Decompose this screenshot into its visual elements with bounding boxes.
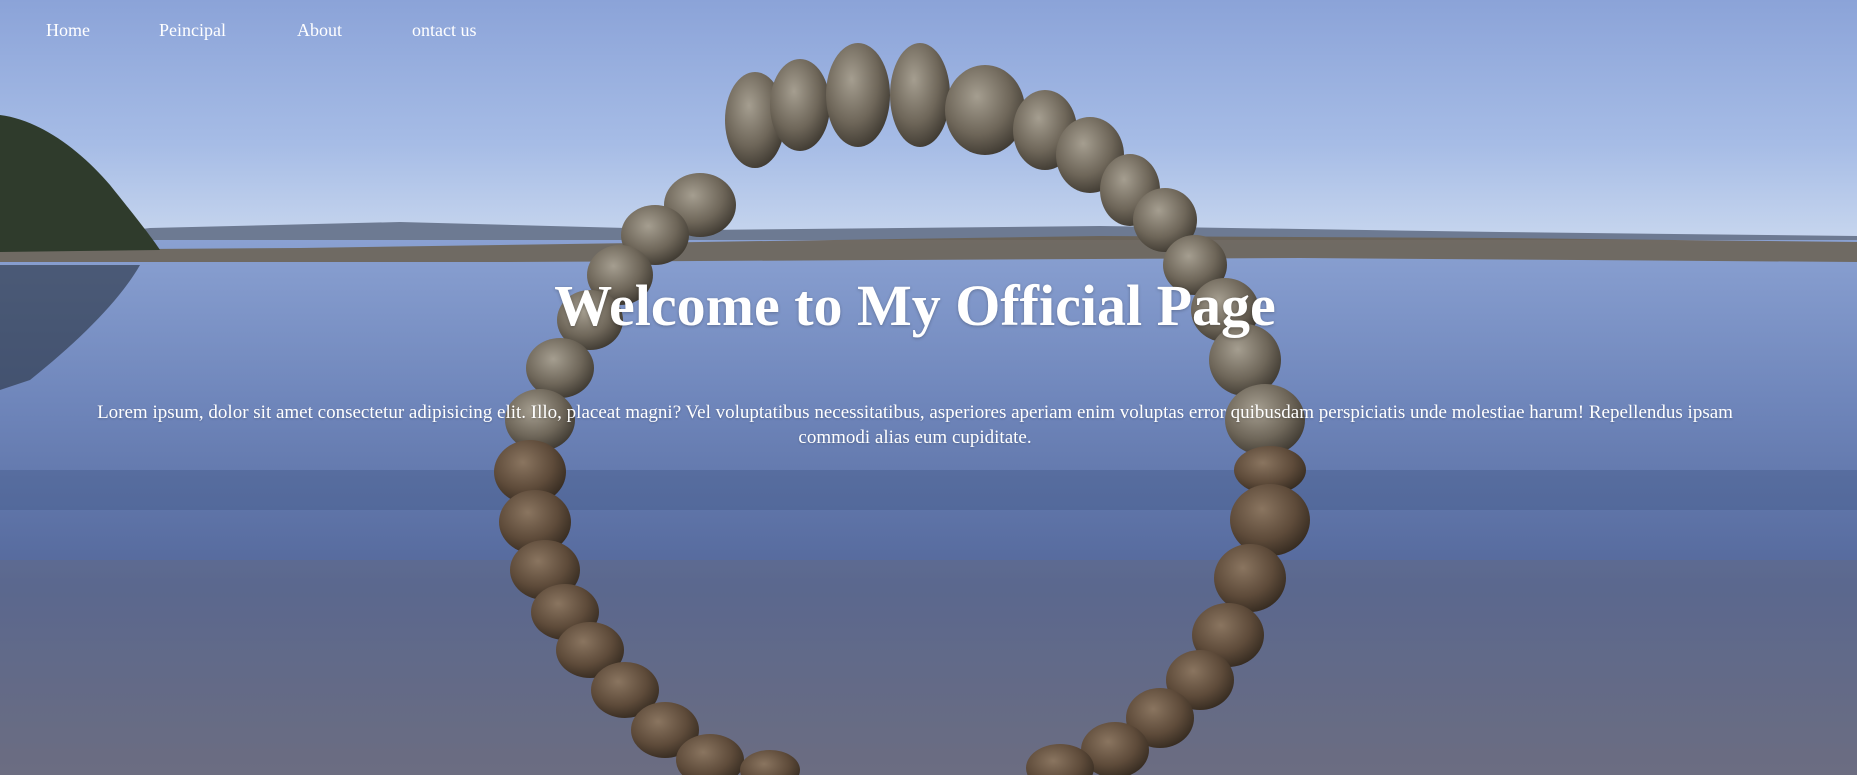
nav-link-home[interactable]: Home <box>46 19 90 41</box>
page-title: Welcome to My Official Page <box>554 273 1276 338</box>
nav-link-principal[interactable]: Peincipal <box>159 19 226 41</box>
nav-link-about[interactable]: About <box>297 19 342 41</box>
hero-section: Home Peincipal About ontact us Welcome t… <box>0 0 1857 775</box>
nav-link-contact-us[interactable]: ontact us <box>412 19 477 41</box>
top-navigation: Home Peincipal About ontact us <box>0 0 1857 60</box>
hero-background-image <box>0 0 1857 775</box>
intro-paragraph: Lorem ipsum, dolor sit amet consectetur … <box>97 402 1733 448</box>
